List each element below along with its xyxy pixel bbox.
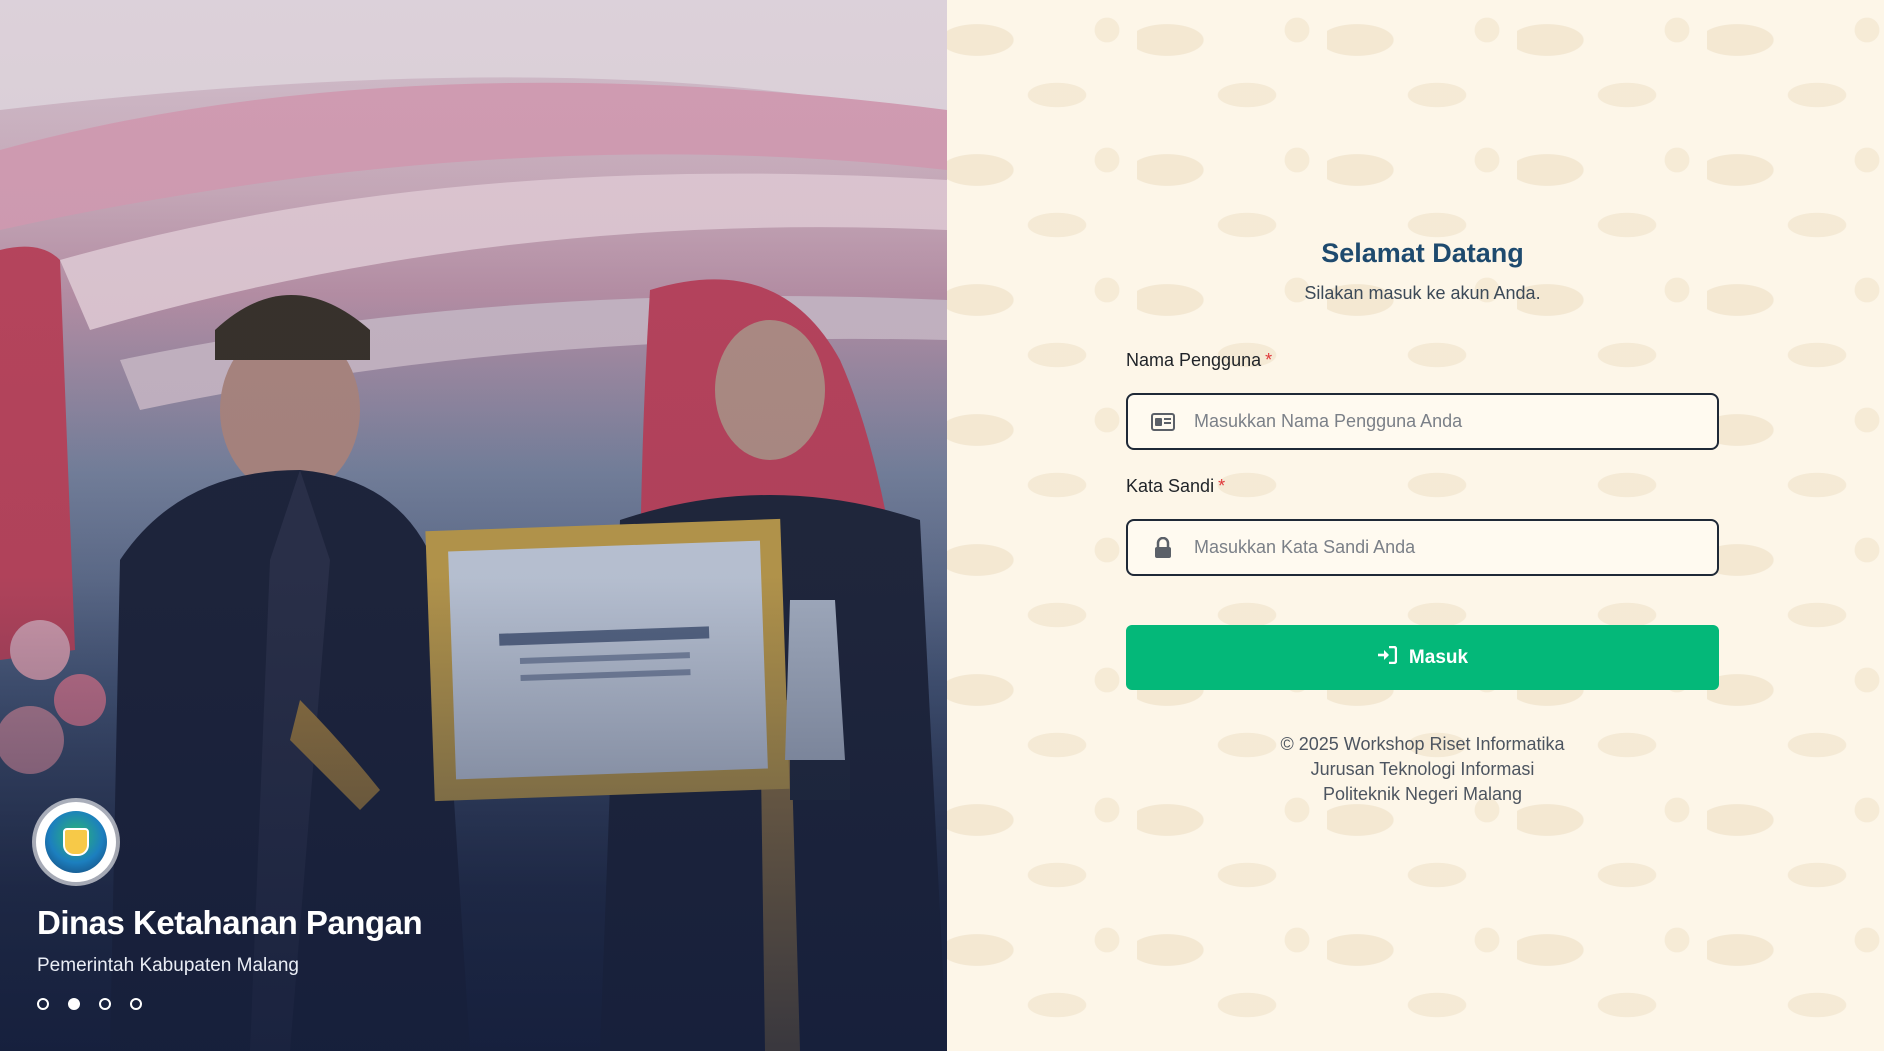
login-button[interactable]: Masuk	[1126, 625, 1719, 690]
id-card-icon	[1150, 412, 1176, 432]
password-input[interactable]	[1192, 536, 1676, 559]
username-label-text: Nama Pengguna	[1126, 350, 1262, 370]
hero-overlay	[0, 0, 947, 1051]
password-label: Kata Sandi *	[1126, 476, 1719, 497]
carousel-indicators	[37, 998, 142, 1010]
login-form: Selamat Datang Silakan masuk ke akun And…	[1126, 238, 1719, 807]
username-field	[1126, 393, 1719, 450]
login-button-label: Masuk	[1408, 646, 1469, 668]
carousel-dot-1[interactable]	[37, 998, 49, 1010]
lock-icon	[1150, 536, 1176, 558]
required-mark: *	[1265, 350, 1273, 370]
carousel-dot-2[interactable]	[68, 998, 80, 1010]
footer-institution: Politeknik Negeri Malang	[1322, 784, 1523, 804]
password-field	[1126, 519, 1719, 576]
footer: © 2025 Workshop Riset Informatika Jurusa…	[1126, 732, 1719, 807]
carousel-dot-3[interactable]	[99, 998, 111, 1010]
agency-logo	[36, 802, 116, 882]
login-panel: Selamat Datang Silakan masuk ke akun And…	[947, 0, 1884, 1051]
sign-in-icon	[1377, 645, 1398, 670]
footer-copyright: © 2025 Workshop Riset Informatika	[1280, 734, 1565, 754]
hero-subtitle: Pemerintah Kabupaten Malang	[37, 955, 299, 976]
footer-department: Jurusan Teknologi Informasi	[1310, 759, 1535, 779]
login-subheading: Silakan masuk ke akun Anda.	[1304, 283, 1541, 303]
required-mark: *	[1218, 476, 1226, 496]
carousel-dot-4[interactable]	[130, 998, 142, 1010]
password-label-text: Kata Sandi	[1126, 476, 1215, 496]
username-input[interactable]	[1192, 410, 1676, 433]
login-heading: Selamat Datang	[1321, 238, 1524, 268]
username-label: Nama Pengguna *	[1126, 350, 1719, 371]
hero-title: Dinas Ketahanan Pangan	[37, 904, 423, 941]
hero-carousel: Dinas Ketahanan Pangan Pemerintah Kabupa…	[0, 0, 947, 1051]
